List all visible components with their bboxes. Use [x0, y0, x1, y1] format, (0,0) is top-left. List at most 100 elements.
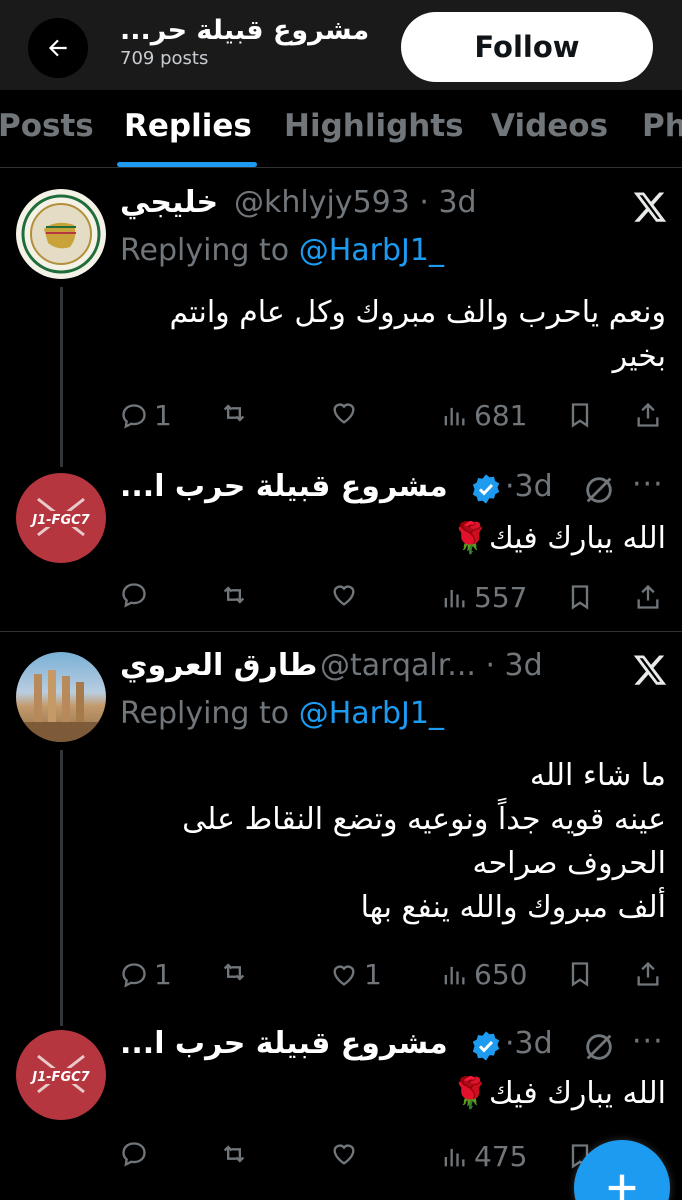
harb-logo-icon: J1-FGC7	[24, 497, 98, 537]
page-title: مشروع قبيلة حر...	[120, 15, 370, 46]
tweet-text: ما شاء الله عينه قويه جداً ونوعيه وتضع ا…	[126, 754, 666, 930]
heart-icon	[333, 585, 355, 606]
harb-logo-icon: J1-FGC7	[24, 1054, 98, 1094]
tab-photos[interactable]: Ph	[642, 108, 682, 144]
action-bar: 557	[120, 581, 670, 621]
verified-badge-icon	[472, 1031, 500, 1061]
action-bar: 1 1 650	[120, 958, 670, 998]
profile-title-block: مشروع قبيلة حر... 709 posts	[120, 14, 380, 70]
muted-conversation-icon[interactable]	[582, 473, 616, 507]
like-button[interactable]	[330, 581, 358, 609]
repost-icon	[223, 1145, 245, 1163]
views-button[interactable]: 681	[440, 399, 527, 432]
tab-videos[interactable]: Videos	[491, 108, 608, 144]
views-button[interactable]: 650	[440, 958, 527, 991]
avatar[interactable]: J1-FGC7	[16, 473, 106, 563]
timestamp: 3d	[438, 185, 477, 220]
repost-button[interactable]	[220, 581, 248, 609]
heart-icon	[333, 1144, 355, 1165]
tweet-text: الله يبارك فيك🌹	[451, 521, 666, 556]
reply-icon	[122, 1142, 146, 1167]
tweet-text: ونعم ياحرب والف مبروك وكل عام وانتم بخير	[169, 295, 666, 374]
views-icon	[444, 966, 465, 984]
timestamp: 3d	[504, 648, 543, 683]
replying-to: Replying to @HarbJ1_	[120, 233, 444, 268]
tweet-text: الله يبارك فيك🌹	[451, 1076, 666, 1111]
repost-icon	[223, 586, 245, 604]
heart-icon	[333, 964, 355, 986]
thread-line	[60, 287, 63, 467]
active-tab-indicator	[117, 162, 257, 167]
share-icon[interactable]	[634, 960, 662, 988]
profile-tabs: Posts Replies Highlights Videos Ph	[0, 90, 682, 168]
like-count: 1	[364, 958, 382, 991]
reply-count: 1	[154, 958, 172, 991]
view-count: 681	[474, 399, 528, 432]
repost-button[interactable]	[220, 1140, 248, 1168]
reply-button[interactable]	[120, 1140, 148, 1168]
muted-conversation-icon[interactable]	[582, 1030, 616, 1064]
handle[interactable]: @tarqalr... · 3d	[320, 648, 543, 683]
views-icon	[444, 1148, 465, 1166]
like-button[interactable]	[330, 399, 358, 427]
ruins-photo-icon	[16, 670, 106, 742]
reply-post[interactable]: طارق العروي @tarqalr... · 3d Replying to…	[0, 632, 682, 1026]
follow-button[interactable]: Follow	[401, 12, 653, 82]
timestamp[interactable]: ·3d	[505, 1026, 553, 1061]
display-name[interactable]: طارق العروي	[120, 648, 317, 683]
like-button[interactable]	[330, 1140, 358, 1168]
view-count: 475	[474, 1140, 528, 1173]
avatar[interactable]	[16, 652, 106, 742]
tab-posts[interactable]: Posts	[0, 108, 94, 144]
bookmark-icon[interactable]	[566, 401, 594, 429]
views-button[interactable]: 557	[440, 581, 527, 614]
x-logo-icon[interactable]	[632, 189, 668, 225]
view-count: 557	[474, 581, 528, 614]
reply-icon	[122, 583, 146, 608]
reply-button[interactable]: 1	[120, 399, 172, 432]
handle[interactable]: @khlyjy593 · 3d	[234, 185, 477, 220]
like-button[interactable]: 1	[330, 958, 382, 991]
post-header: خليجي @khlyjy593 · 3d	[120, 185, 670, 227]
views-icon	[444, 589, 465, 607]
tab-replies[interactable]: Replies	[124, 108, 252, 144]
reply-button[interactable]: 1	[120, 958, 172, 991]
tweet-line: الحروف صراحه	[472, 846, 666, 881]
heart-icon	[333, 403, 355, 424]
plus-icon	[608, 1174, 636, 1200]
top-bar: مشروع قبيلة حر... 709 posts Follow	[0, 0, 682, 90]
bookmark-icon[interactable]	[566, 583, 594, 611]
repost-icon	[223, 404, 245, 422]
display-name[interactable]: مشروع قبيلة حرب ا...	[120, 1026, 448, 1061]
reply-post[interactable]: خليجي @khlyjy593 · 3d Replying to @HarbJ…	[0, 169, 682, 467]
share-icon[interactable]	[634, 401, 662, 429]
timestamp[interactable]: ·3d	[505, 469, 553, 504]
tweet-line: ألف مبروك والله ينفع بها	[360, 890, 666, 925]
verified-badge-icon	[472, 474, 500, 504]
view-count: 650	[474, 958, 528, 991]
replying-to: Replying to @HarbJ1_	[120, 696, 444, 731]
avatar[interactable]	[16, 189, 106, 279]
x-logo-icon[interactable]	[632, 652, 668, 688]
avatar[interactable]: J1-FGC7	[16, 1030, 106, 1120]
svg-text:J1-FGC7: J1-FGC7	[29, 1070, 90, 1085]
repost-button[interactable]	[220, 399, 248, 427]
more-options-icon[interactable]: ···	[632, 1024, 664, 1059]
views-button[interactable]: 475	[440, 1140, 527, 1173]
reply-post[interactable]: J1-FGC7 مشروع قبيلة حرب ا... ·3d ··· الل…	[0, 459, 682, 631]
bookmark-icon[interactable]	[566, 960, 594, 988]
mention-link[interactable]: @HarbJ1_	[299, 696, 444, 731]
mention-link[interactable]: @HarbJ1_	[299, 233, 444, 268]
tab-highlights[interactable]: Highlights	[284, 108, 464, 144]
tweet-line: ما شاء الله	[529, 758, 666, 793]
reply-button[interactable]	[120, 581, 148, 609]
display-name[interactable]: مشروع قبيلة حرب ا...	[120, 469, 448, 504]
gcc-emblem-icon	[21, 194, 101, 274]
share-icon[interactable]	[634, 583, 662, 611]
repost-button[interactable]	[220, 958, 248, 986]
reply-count: 1	[154, 399, 172, 432]
more-options-icon[interactable]: ···	[632, 467, 664, 502]
display-name[interactable]: خليجي	[120, 185, 218, 220]
back-button[interactable]	[28, 18, 88, 78]
post-count: 709 posts	[120, 48, 209, 69]
